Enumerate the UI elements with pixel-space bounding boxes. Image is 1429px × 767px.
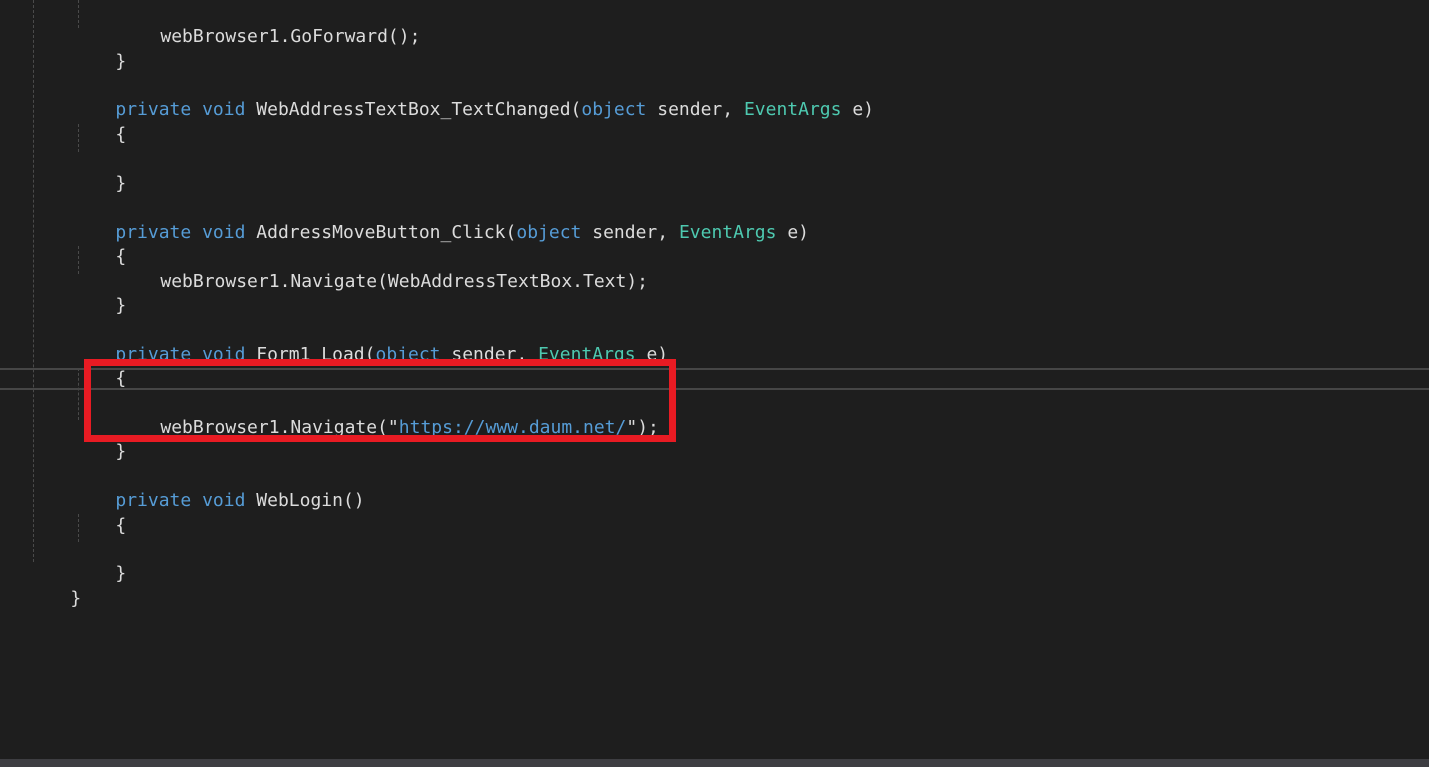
- opening-brace: {: [115, 515, 127, 536]
- code-line[interactable]: private void WebAddressTextBox_TextChang…: [0, 74, 1429, 120]
- code-line[interactable]: }: [0, 270, 1429, 316]
- closing-brace: }: [115, 173, 127, 194]
- code-line[interactable]: {: [0, 99, 1429, 145]
- opening-brace: {: [115, 124, 127, 145]
- code-editor[interactable]: webBrowser1.GoForward(); } private void …: [0, 0, 1429, 767]
- code-line[interactable]: }: [0, 148, 1429, 194]
- code-line[interactable]: webBrowser1.Navigate(WebAddressTextBox.T…: [0, 246, 1429, 292]
- code-line[interactable]: }: [0, 26, 1429, 72]
- code-line[interactable]: }: [0, 416, 1429, 462]
- code-line[interactable]: }: [0, 538, 1429, 584]
- current-line-indicator: [0, 368, 1429, 390]
- code-line[interactable]: {: [0, 490, 1429, 536]
- code-line[interactable]: webBrowser1.GoForward();: [0, 1, 1429, 47]
- code-line[interactable]: {: [0, 221, 1429, 267]
- closing-brace: }: [115, 51, 127, 72]
- horizontal-scrollbar[interactable]: [0, 759, 1429, 767]
- opening-brace: {: [115, 368, 127, 389]
- code-line[interactable]: webBrowser1.Navigate("https://www.daum.n…: [0, 392, 1429, 438]
- closing-brace: }: [115, 441, 127, 462]
- closing-brace: }: [115, 295, 127, 316]
- code-line[interactable]: }: [0, 563, 1429, 609]
- closing-brace: }: [70, 588, 82, 609]
- code-line[interactable]: private void WebLogin(): [0, 465, 1429, 511]
- code-line[interactable]: {: [0, 343, 1429, 389]
- code-line[interactable]: private void Form1_Load(object sender, E…: [0, 319, 1429, 365]
- code-line[interactable]: private void AddressMoveButton_Click(obj…: [0, 197, 1429, 243]
